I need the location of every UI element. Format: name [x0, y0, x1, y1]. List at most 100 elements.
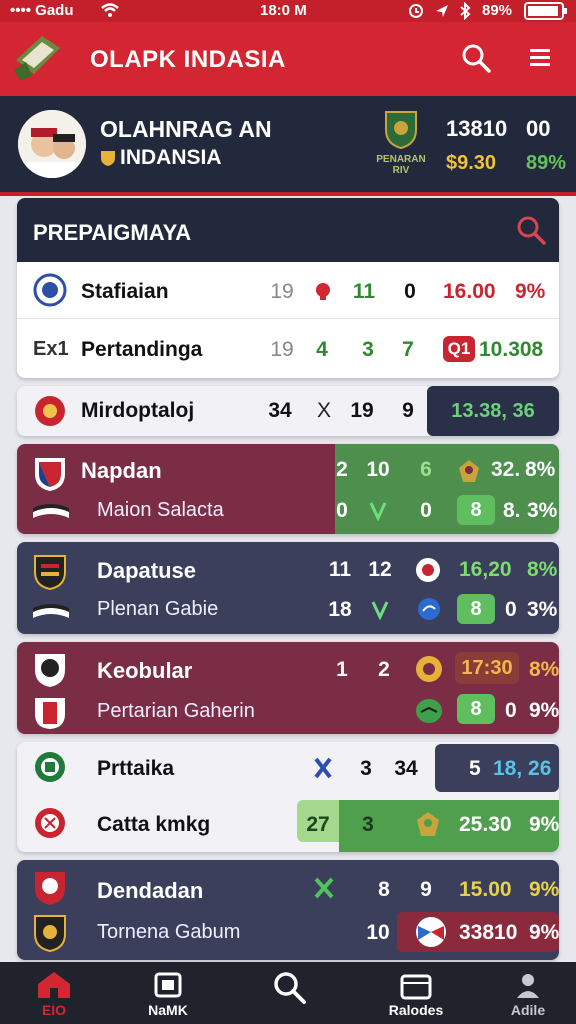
table-row[interactable]: Dapatuse Plenan Gabie 11 12 16,20 8% 18 … [17, 542, 559, 634]
team-name: Napdan [81, 458, 162, 483]
news-icon [154, 972, 182, 998]
table-row[interactable]: Keobular Pertarian Gaherin 1 2 17:30 8% … [17, 642, 559, 734]
status-bar: •••• Gadu 18:0 M 89% [0, 0, 576, 22]
user-icon [517, 974, 539, 998]
avatar[interactable] [18, 110, 86, 178]
cross-icon [314, 877, 334, 899]
stat-c: 9 [402, 399, 414, 422]
tag-badge: Q1 [443, 336, 475, 362]
stat-points: 13810 [446, 116, 508, 141]
garuda-emblem-icon [459, 460, 479, 482]
stat-c: 27 [306, 813, 330, 836]
bottom-tab-bar: EIO NaMK Ralodes Adile [0, 962, 576, 1024]
tab-profile[interactable]: Adile [480, 962, 576, 1024]
person-pair-icon [18, 110, 86, 178]
profile-title: OLAHNRAG AN [100, 116, 272, 142]
team-shield-icon [35, 698, 65, 729]
tab-label: Adile [510, 1002, 546, 1018]
check-icon [369, 502, 387, 521]
stat-d: 7 [402, 338, 414, 361]
stat-c: 6 [420, 458, 432, 481]
match-subtitle: Pertarian Gaherin [97, 700, 255, 722]
table-row[interactable]: Dendadan 8 9 15.00 9% Tornena Gabum 10 3… [17, 860, 559, 960]
profile-subtitle: INDANSIA [120, 146, 222, 169]
score: 15.00 [459, 878, 512, 901]
team-ball-icon [418, 598, 440, 620]
score: 33810 [459, 921, 518, 944]
percent: 8% [527, 558, 558, 581]
stat-percent: 89% [526, 152, 567, 174]
team-ball-icon [416, 699, 442, 723]
tab-label: Ralodes [388, 1002, 444, 1018]
team-shield-icon [35, 654, 65, 687]
clock: 18:0 M [260, 2, 307, 19]
table-row[interactable]: Napdan Maion Salacta 2 10 6 32. 8% 0 0 8… [17, 444, 559, 534]
table-row[interactable]: Mirdoptaloj 34 X 19 9 13.38, 36 [17, 386, 559, 436]
team-subtitle: Catta kmkg [97, 813, 211, 836]
time-pill: 17:30 [455, 652, 519, 684]
score-detail: 18, 26 [493, 757, 552, 780]
location-icon [436, 5, 448, 17]
stat-a: 11 [328, 558, 352, 581]
match-subtitle: Maion Salacta [97, 499, 224, 521]
stat-money: $9.30 [446, 152, 497, 174]
stat-c: 3 [362, 338, 374, 361]
stat-a: 1 [336, 658, 348, 681]
value: 8. [503, 499, 521, 522]
stat-d: 0 [336, 499, 348, 522]
bluetooth-icon [460, 2, 471, 20]
battery-icon [524, 2, 567, 20]
stat-count: 00 [526, 116, 551, 141]
tab-label: NaMK [148, 1002, 188, 1018]
score: 25.30 [459, 813, 512, 836]
carrier-label: •••• Gadu [10, 2, 74, 19]
tab-label: EIO [41, 1002, 67, 1018]
score: 32. [491, 458, 521, 481]
section-card: PREPAIGMAYA Stafiaian 19 11 0 16.00 9% E… [17, 198, 559, 378]
section-search-icon[interactable] [515, 214, 547, 246]
stat-a: 2 [336, 458, 348, 481]
count-pill: 8 [457, 694, 495, 724]
search-button[interactable] [456, 38, 496, 78]
score-pill: 13.38, 36 [427, 386, 559, 436]
tab-news[interactable]: NaMK [120, 962, 216, 1024]
flag-icon [33, 504, 69, 518]
stat-a: 34 [268, 399, 292, 422]
tab-home[interactable]: EIO [6, 962, 102, 1024]
check-icon [371, 601, 389, 620]
flag-icon [33, 604, 69, 618]
profile-banner: OLAHNRAG AN INDANSIA PENARAN RIV 13810 0… [0, 96, 576, 196]
tab-search[interactable] [242, 962, 338, 1024]
app-title: OLAPK INDASIA [90, 46, 286, 73]
team-name: Mirdoptaloj [81, 399, 195, 422]
table-row[interactable]: Prttaika 3 34 5 18, 26 Catta kmkg 27 3 2… [17, 742, 559, 852]
team-emblem-icon [416, 656, 442, 682]
list-item[interactable]: Ex1 Pertandinga 19 4 3 7 Q1 10.308 [17, 320, 559, 378]
boxing-glove-icon [316, 283, 330, 300]
stat-b: 19 [350, 399, 374, 422]
team-ball-icon [416, 558, 440, 582]
stat-b: 9 [420, 878, 432, 901]
menu-button[interactable] [520, 38, 560, 78]
percent: 9% [515, 280, 546, 303]
search-icon [274, 972, 306, 1004]
stat-c: 10 [366, 921, 390, 944]
stat-d: 3 [362, 813, 374, 836]
team-name: Pertandinga [81, 338, 203, 361]
garuda-emblem-icon [417, 812, 439, 836]
search-icon [462, 44, 491, 73]
stat-b: 12 [368, 558, 392, 581]
count-pill: 8 [457, 495, 495, 525]
value: 0 [505, 598, 517, 621]
list-item[interactable]: Stafiaian 19 11 0 16.00 9% [17, 262, 559, 319]
team-name: Keobular [97, 658, 193, 683]
hamburger-menu-icon [530, 49, 550, 66]
team-ball-icon [416, 917, 446, 947]
section-header: PREPAIGMAYA [17, 198, 559, 262]
stat-b: 10 [366, 458, 390, 481]
count-pill: 8 [457, 594, 495, 624]
stat-a: 8 [378, 878, 390, 901]
tab-results[interactable]: Ralodes [368, 962, 464, 1024]
match-subtitle: Tornena Gabum [97, 921, 241, 943]
calendar-icon [400, 974, 432, 1000]
